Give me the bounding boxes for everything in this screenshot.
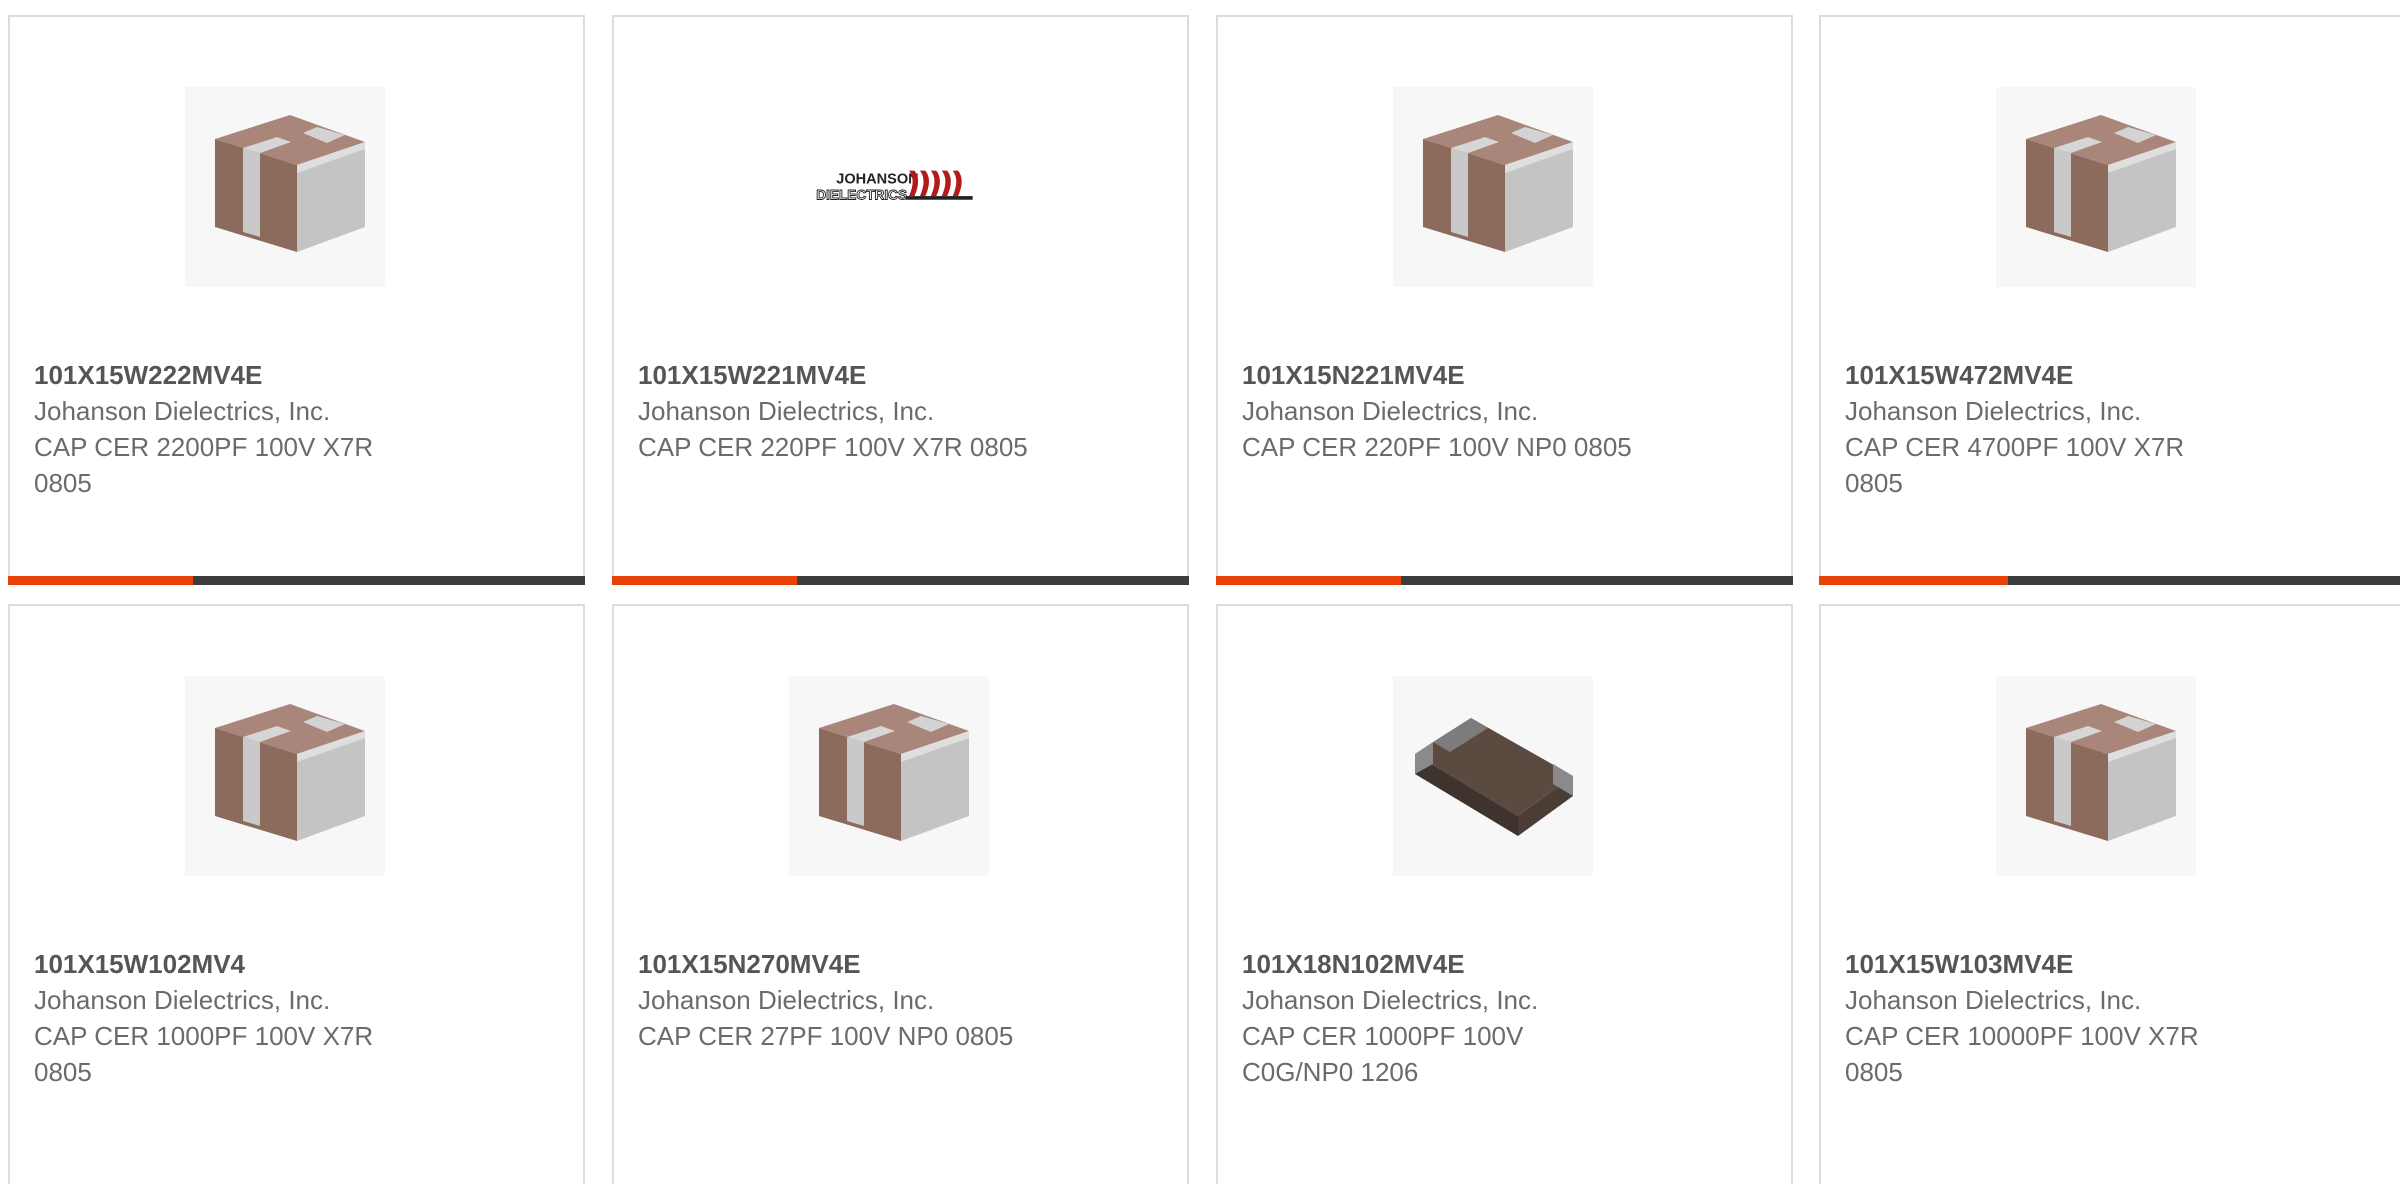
description-line: CAP CER 2200PF 100V X7R xyxy=(34,432,374,462)
manufacturer-name: Johanson Dielectrics, Inc. xyxy=(1242,985,1539,1015)
product-image[interactable] xyxy=(1996,87,2196,287)
part-number-link[interactable]: 101X15W221MV4E xyxy=(638,357,1058,393)
product-card[interactable]: 101X15W222MV4E Johanson Dielectrics, Inc… xyxy=(8,15,585,585)
product-description: CAP CER 220PF 100V X7R 0805 xyxy=(638,429,1058,465)
product-info: 101X18N102MV4E Johanson Dielectrics, Inc… xyxy=(1242,946,1662,1090)
part-number-link[interactable]: 101X15W103MV4E xyxy=(1845,946,2265,982)
mlcc-capacitor-icon xyxy=(789,676,989,876)
part-number-link[interactable]: 101X15N221MV4E xyxy=(1242,357,1662,393)
manufacturer-name: Johanson Dielectrics, Inc. xyxy=(34,396,331,426)
product-card[interactable]: 101X15N221MV4E Johanson Dielectrics, Inc… xyxy=(1216,15,1793,585)
product-info: 101X15W102MV4 Johanson Dielectrics, Inc.… xyxy=(34,946,454,1090)
progress-fill xyxy=(1216,576,1401,585)
part-number-link[interactable]: 101X18N102MV4E xyxy=(1242,946,1662,982)
product-card[interactable]: 101X15W102MV4 Johanson Dielectrics, Inc.… xyxy=(8,604,585,1184)
part-number-link[interactable]: 101X15W472MV4E xyxy=(1845,357,2265,393)
product-description: CAP CER 2200PF 100V X7R 0805 xyxy=(34,429,454,501)
progress-fill xyxy=(1819,576,2008,585)
mlcc-capacitor-icon xyxy=(1996,676,2196,876)
product-description: CAP CER 4700PF 100V X7R 0805 xyxy=(1845,429,2265,501)
product-description: CAP CER 27PF 100V NP0 0805 xyxy=(638,1018,1058,1054)
product-card[interactable]: 101X15W472MV4E Johanson Dielectrics, Inc… xyxy=(1819,15,2400,585)
product-image[interactable] xyxy=(1393,87,1593,287)
product-info: 101X15W222MV4E Johanson Dielectrics, Inc… xyxy=(34,357,454,501)
description-line: CAP CER 4700PF 100V X7R xyxy=(1845,432,2185,462)
description-line: CAP CER 220PF 100V NP0 0805 xyxy=(1242,432,1632,462)
progress-bar xyxy=(1216,576,1793,585)
part-number-link[interactable]: 101X15N270MV4E xyxy=(638,946,1058,982)
manufacturer-name: Johanson Dielectrics, Inc. xyxy=(1845,396,2142,426)
product-grid: 101X15W222MV4E Johanson Dielectrics, Inc… xyxy=(0,0,2400,1184)
product-image[interactable] xyxy=(1393,676,1593,876)
progress-bar xyxy=(1819,576,2400,585)
manufacturer-name: Johanson Dielectrics, Inc. xyxy=(1845,985,2142,1015)
product-image[interactable] xyxy=(185,676,385,876)
product-card[interactable]: 101X15N270MV4E Johanson Dielectrics, Inc… xyxy=(612,604,1189,1184)
progress-fill xyxy=(8,576,193,585)
part-number-link[interactable]: 101X15W102MV4 xyxy=(34,946,454,982)
description-line: CAP CER 1000PF 100V X7R xyxy=(34,1021,374,1051)
product-card[interactable]: JOHANSON DIELECTRICS 101X15W221MV4E Joha… xyxy=(612,15,1189,585)
description-line: 0805 xyxy=(1845,1057,1903,1087)
description-line: 0805 xyxy=(34,1057,92,1087)
product-info: 101X15W472MV4E Johanson Dielectrics, Inc… xyxy=(1845,357,2265,501)
product-image[interactable] xyxy=(1996,676,2196,876)
description-line: 0805 xyxy=(1845,468,1903,498)
product-description: CAP CER 220PF 100V NP0 0805 xyxy=(1242,429,1662,465)
manufacturer-name: Johanson Dielectrics, Inc. xyxy=(1242,396,1539,426)
product-image[interactable] xyxy=(789,676,989,876)
description-line: CAP CER 220PF 100V X7R 0805 xyxy=(638,432,1028,462)
manufacturer-name: Johanson Dielectrics, Inc. xyxy=(638,985,935,1015)
description-line: CAP CER 1000PF 100V xyxy=(1242,1021,1524,1051)
logo-line-1: JOHANSON xyxy=(836,171,918,187)
johanson-dielectrics-logo: JOHANSON DIELECTRICS xyxy=(815,170,973,203)
part-number-link[interactable]: 101X15W222MV4E xyxy=(34,357,454,393)
description-line: CAP CER 27PF 100V NP0 0805 xyxy=(638,1021,1014,1051)
progress-bar xyxy=(612,576,1189,585)
description-line: 0805 xyxy=(34,468,92,498)
product-description: CAP CER 1000PF 100V X7R 0805 xyxy=(34,1018,454,1090)
product-image[interactable] xyxy=(185,87,385,287)
product-description: CAP CER 1000PF 100V C0G/NP0 1206 xyxy=(1242,1018,1662,1090)
product-info: 101X15N270MV4E Johanson Dielectrics, Inc… xyxy=(638,946,1058,1054)
mlcc-capacitor-icon xyxy=(1393,87,1593,287)
product-description: CAP CER 10000PF 100V X7R 0805 xyxy=(1845,1018,2265,1090)
dark-capacitor-icon xyxy=(1393,676,1593,876)
manufacturer-name: Johanson Dielectrics, Inc. xyxy=(34,985,331,1015)
manufacturer-name: Johanson Dielectrics, Inc. xyxy=(638,396,935,426)
product-image[interactable]: JOHANSON DIELECTRICS xyxy=(789,87,989,287)
progress-bar xyxy=(8,576,585,585)
description-line: CAP CER 10000PF 100V X7R xyxy=(1845,1021,2199,1051)
product-card[interactable]: 101X15W103MV4E Johanson Dielectrics, Inc… xyxy=(1819,604,2400,1184)
mlcc-capacitor-icon xyxy=(185,87,385,287)
product-info: 101X15W221MV4E Johanson Dielectrics, Inc… xyxy=(638,357,1058,465)
product-info: 101X15W103MV4E Johanson Dielectrics, Inc… xyxy=(1845,946,2265,1090)
logo-line-2: DIELECTRICS xyxy=(816,188,907,203)
description-line: C0G/NP0 1206 xyxy=(1242,1057,1419,1087)
product-info: 101X15N221MV4E Johanson Dielectrics, Inc… xyxy=(1242,357,1662,465)
progress-fill xyxy=(612,576,797,585)
mlcc-capacitor-icon xyxy=(185,676,385,876)
product-card[interactable]: 101X18N102MV4E Johanson Dielectrics, Inc… xyxy=(1216,604,1793,1184)
mlcc-capacitor-icon xyxy=(1996,87,2196,287)
